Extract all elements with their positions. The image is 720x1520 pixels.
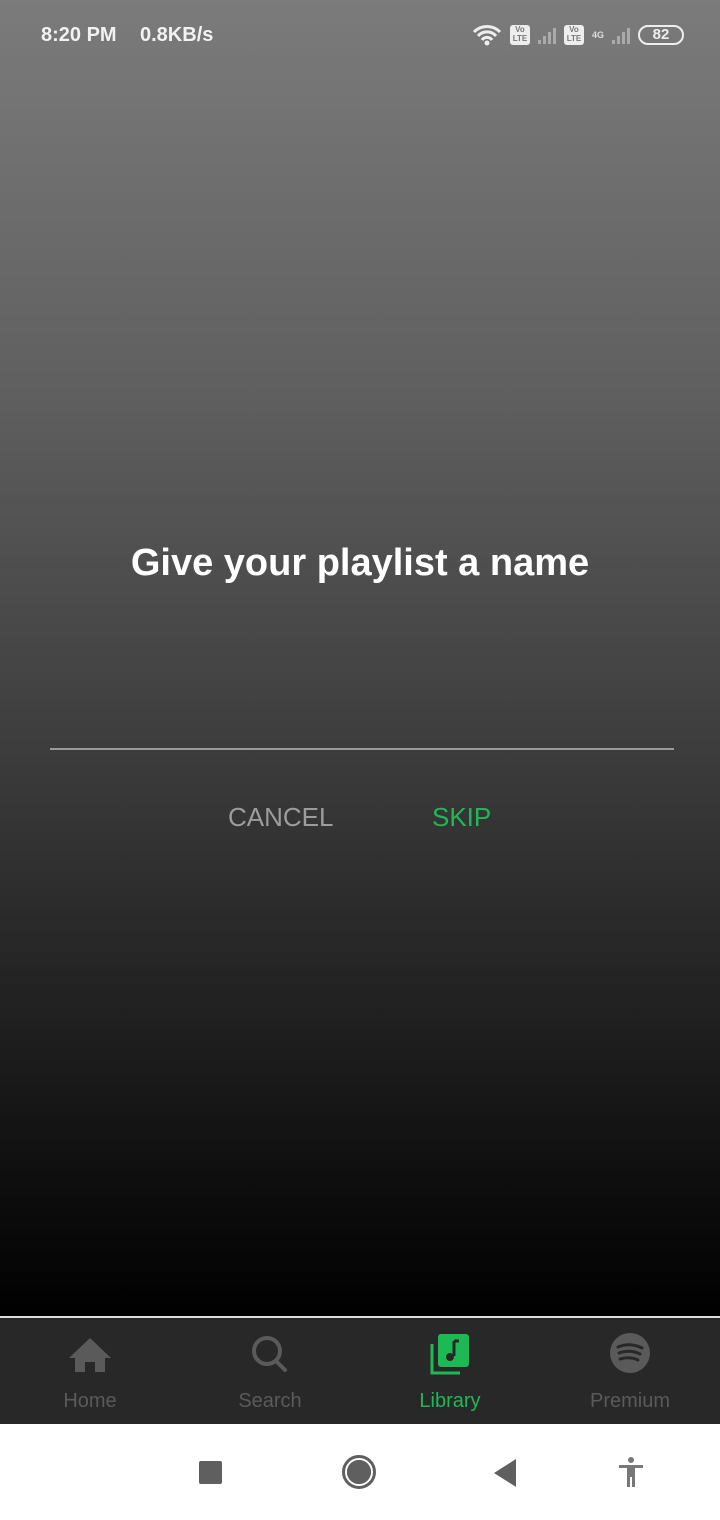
search-icon xyxy=(252,1336,287,1372)
accessibility-icon[interactable] xyxy=(618,1457,644,1487)
back-icon[interactable] xyxy=(494,1459,516,1487)
tab-premium[interactable]: Premium xyxy=(540,1318,720,1424)
recents-icon[interactable] xyxy=(199,1461,222,1484)
volte-icon: Vo LTE xyxy=(509,25,530,45)
screen-background: 8:20 PM 0.8KB/s Vo LTE Vo LTE 4G 82 Give… xyxy=(0,0,720,1316)
tab-label: Library xyxy=(419,1390,481,1412)
tab-label: Search xyxy=(238,1390,302,1412)
status-icons: Vo LTE Vo LTE 4G 82 xyxy=(472,24,684,46)
status-net-speed: 0.8KB/s xyxy=(140,24,214,46)
tab-label: Home xyxy=(63,1390,117,1412)
battery-icon: 82 xyxy=(638,25,684,45)
home-circle-icon[interactable] xyxy=(342,1455,376,1489)
playlist-name-input[interactable] xyxy=(50,700,674,750)
status-bar: 8:20 PM 0.8KB/s Vo LTE Vo LTE 4G 82 xyxy=(0,20,720,52)
status-time: 8:20 PM xyxy=(41,24,117,46)
signal-icon xyxy=(612,26,630,44)
tab-label: Premium xyxy=(589,1390,670,1412)
tab-home[interactable]: Home xyxy=(0,1318,180,1424)
spotify-icon xyxy=(610,1333,650,1373)
bottom-tab-bar: Home Search Library Premium xyxy=(0,1316,720,1424)
dialog-title: Give your playlist a name xyxy=(130,542,590,584)
tab-search[interactable]: Search xyxy=(180,1318,360,1424)
volte-icon: Vo LTE xyxy=(563,25,584,45)
cancel-button[interactable]: CANCEL xyxy=(228,802,333,833)
wifi-icon xyxy=(472,25,502,46)
network-type: 4G xyxy=(591,30,604,40)
library-icon xyxy=(430,1334,469,1375)
signal-icon xyxy=(537,26,556,44)
system-navigation-bar xyxy=(0,1424,720,1520)
tab-library[interactable]: Library xyxy=(360,1318,540,1424)
skip-button[interactable]: SKIP xyxy=(432,802,491,833)
home-icon xyxy=(69,1338,111,1372)
